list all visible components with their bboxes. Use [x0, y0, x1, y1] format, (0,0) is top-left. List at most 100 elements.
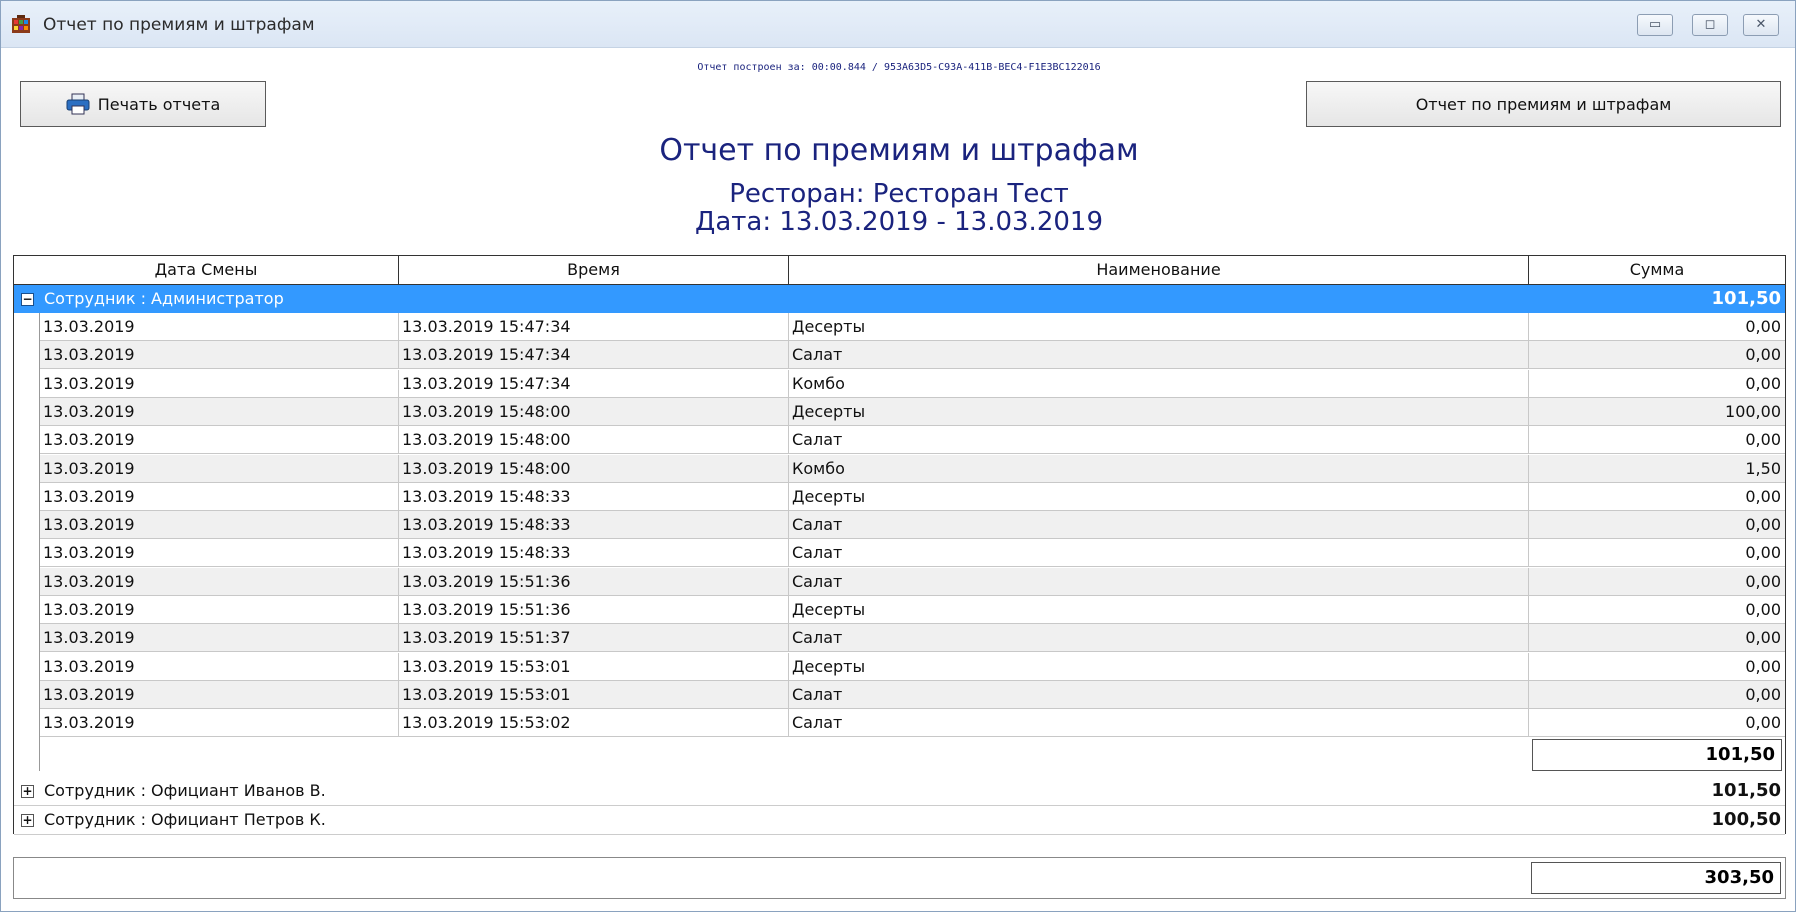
- group-subtotal: 101,50: [1532, 739, 1782, 771]
- cell-shift-date: 13.03.2019: [40, 482, 399, 510]
- report-selector-button[interactable]: Отчет по премиям и штрафам: [1306, 81, 1781, 127]
- cell-sum: 0,00: [1745, 345, 1781, 365]
- cell-time: 13.03.2019 15:48:33: [399, 511, 789, 539]
- group-total: 101,50: [1711, 780, 1781, 801]
- app-icon: [12, 15, 30, 33]
- cell-time: 13.03.2019 15:47:34: [399, 341, 789, 369]
- cell-sum: 0,00: [1745, 373, 1781, 393]
- cell-sum: 0,00: [1745, 543, 1781, 563]
- cell-shift-date: 13.03.2019: [40, 567, 399, 595]
- group-total: 101,50: [1711, 288, 1781, 309]
- expand-icon[interactable]: +: [21, 814, 34, 827]
- cell-time: 13.03.2019 15:47:34: [399, 369, 789, 397]
- expand-icon[interactable]: +: [21, 785, 34, 798]
- close-button[interactable]: ✕: [1743, 14, 1779, 36]
- print-report-label: Печать отчета: [97, 94, 221, 114]
- grand-total-bar: 303,50: [13, 857, 1786, 899]
- report-grid: Дата Смены Время Наименование Сумма − Со…: [13, 255, 1786, 835]
- cell-name: Десерты: [789, 596, 1529, 623]
- cell-name: Салат: [789, 680, 1529, 708]
- column-header-time[interactable]: Время: [399, 256, 789, 284]
- cell-name: Десерты: [789, 313, 1529, 340]
- cell-time: 13.03.2019 15:51:36: [399, 596, 789, 623]
- cell-sum: 0,00: [1745, 628, 1781, 648]
- cell-time: 13.03.2019 15:47:34: [399, 313, 789, 340]
- minimize-button[interactable]: ▭: [1637, 14, 1673, 36]
- report-restaurant: Ресторан: Ресторан Тест: [729, 179, 1069, 209]
- table-row[interactable]: 13.03.2019 13.03.2019 15:51:36 Десерты 0,00: [40, 596, 1785, 624]
- cell-sum: 0,00: [1745, 317, 1781, 336]
- table-row[interactable]: 13.03.2019 13.03.2019 15:51:37 Салат 0,00: [40, 624, 1785, 653]
- column-header-name[interactable]: Наименование: [789, 256, 1529, 284]
- table-row[interactable]: 13.03.2019 13.03.2019 15:53:01 Десерты 0,00: [40, 652, 1785, 681]
- cell-shift-date: 13.03.2019: [40, 680, 399, 708]
- minimize-icon: ▭: [1648, 17, 1662, 32]
- group-row-petrov[interactable]: + Сотрудник : Официант Петров К. 100,50: [14, 806, 1785, 835]
- cell-name: Десерты: [789, 652, 1529, 680]
- group-row-administrator[interactable]: − Сотрудник : Администратор 101,50: [14, 285, 1785, 313]
- column-header-sum[interactable]: Сумма: [1529, 256, 1785, 284]
- table-row[interactable]: 13.03.2019 13.03.2019 15:48:33 Десерты 0,00: [40, 482, 1785, 511]
- cell-time: 13.03.2019 15:48:33: [399, 482, 789, 510]
- cell-name: Салат: [789, 426, 1529, 454]
- table-row[interactable]: 13.03.2019 13.03.2019 15:47:34 Десерты 0,00: [40, 313, 1785, 341]
- print-report-button[interactable]: Печать отчета: [20, 81, 266, 127]
- table-row[interactable]: 13.03.2019 13.03.2019 15:48:00 Комбо 1,50: [40, 454, 1785, 483]
- cell-time: 13.03.2019 15:53:01: [399, 680, 789, 708]
- cell-shift-date: 13.03.2019: [40, 454, 399, 482]
- table-row[interactable]: 13.03.2019 13.03.2019 15:51:36 Салат 0,00: [40, 567, 1785, 596]
- cell-sum: 0,00: [1745, 600, 1781, 619]
- report-build-info: Отчет построен за: 00:00.844 / 953A63D5-…: [697, 62, 1101, 73]
- table-row[interactable]: 13.03.2019 13.03.2019 15:48:00 Десерты 100,…: [40, 397, 1785, 426]
- cell-sum: 0,00: [1745, 656, 1781, 676]
- cell-shift-date: 13.03.2019: [40, 341, 399, 369]
- table-row[interactable]: 13.03.2019 13.03.2019 15:53:02 Салат 0,00: [40, 709, 1785, 738]
- table-row[interactable]: 13.03.2019 13.03.2019 15:47:34 Салат 0,00: [40, 341, 1785, 370]
- maximize-icon: ◻: [1704, 17, 1716, 32]
- report-window: Отчет по премиям и штрафам ▭ ◻ ✕ Отчет п…: [0, 0, 1796, 912]
- cell-sum: 0,00: [1745, 571, 1781, 591]
- cell-sum: 0,00: [1745, 430, 1781, 450]
- window-title: Отчет по премиям и штрафам: [43, 15, 315, 35]
- cell-shift-date: 13.03.2019: [40, 511, 399, 539]
- cell-time: 13.03.2019 15:48:33: [399, 539, 789, 567]
- table-row[interactable]: 13.03.2019 13.03.2019 15:48:33 Салат 0,00: [40, 511, 1785, 540]
- group-row-ivanov[interactable]: + Сотрудник : Официант Иванов В. 101,50: [14, 777, 1785, 806]
- cell-shift-date: 13.03.2019: [40, 596, 399, 623]
- cell-name: Десерты: [789, 397, 1529, 425]
- maximize-button[interactable]: ◻: [1692, 14, 1728, 36]
- group-label: Сотрудник : Официант Иванов В.: [44, 781, 326, 800]
- collapse-icon[interactable]: −: [21, 293, 34, 306]
- cell-name: Салат: [789, 341, 1529, 369]
- cell-name: Салат: [789, 511, 1529, 539]
- cell-shift-date: 13.03.2019: [40, 369, 399, 397]
- cell-time: 13.03.2019 15:48:00: [399, 397, 789, 425]
- table-row[interactable]: 13.03.2019 13.03.2019 15:48:00 Салат 0,00: [40, 426, 1785, 455]
- cell-name: Салат: [789, 624, 1529, 652]
- title-bar[interactable]: Отчет по премиям и штрафам ▭ ◻ ✕: [1, 1, 1795, 48]
- report-selector-label: Отчет по премиям и штрафам: [1415, 94, 1672, 114]
- cell-name: Салат: [789, 539, 1529, 567]
- column-header-shift-date[interactable]: Дата Смены: [14, 256, 399, 284]
- cell-sum: 0,00: [1745, 486, 1781, 506]
- close-icon: ✕: [1755, 17, 1767, 32]
- cell-name: Десерты: [789, 482, 1529, 510]
- cell-name: Салат: [789, 567, 1529, 595]
- grid-header: Дата Смены Время Наименование Сумма: [14, 256, 1785, 285]
- cell-shift-date: 13.03.2019: [40, 539, 399, 567]
- grand-total: 303,50: [1531, 862, 1781, 894]
- cell-shift-date: 13.03.2019: [40, 397, 399, 425]
- cell-name: Салат: [789, 709, 1529, 737]
- table-row[interactable]: 13.03.2019 13.03.2019 15:48:33 Салат 0,00: [40, 539, 1785, 568]
- table-row[interactable]: 13.03.2019 13.03.2019 15:53:01 Салат 0,00: [40, 680, 1785, 709]
- printer-icon: [66, 93, 90, 115]
- cell-time: 13.03.2019 15:53:02: [399, 709, 789, 737]
- table-row[interactable]: 13.03.2019 13.03.2019 15:47:34 Комбо 0,00: [40, 369, 1785, 398]
- cell-shift-date: 13.03.2019: [40, 624, 399, 652]
- group-label: Сотрудник : Официант Петров К.: [44, 810, 326, 829]
- cell-shift-date: 13.03.2019: [40, 313, 399, 340]
- cell-time: 13.03.2019 15:51:37: [399, 624, 789, 652]
- cell-time: 13.03.2019 15:48:00: [399, 454, 789, 482]
- cell-shift-date: 13.03.2019: [40, 652, 399, 680]
- cell-shift-date: 13.03.2019: [40, 709, 399, 737]
